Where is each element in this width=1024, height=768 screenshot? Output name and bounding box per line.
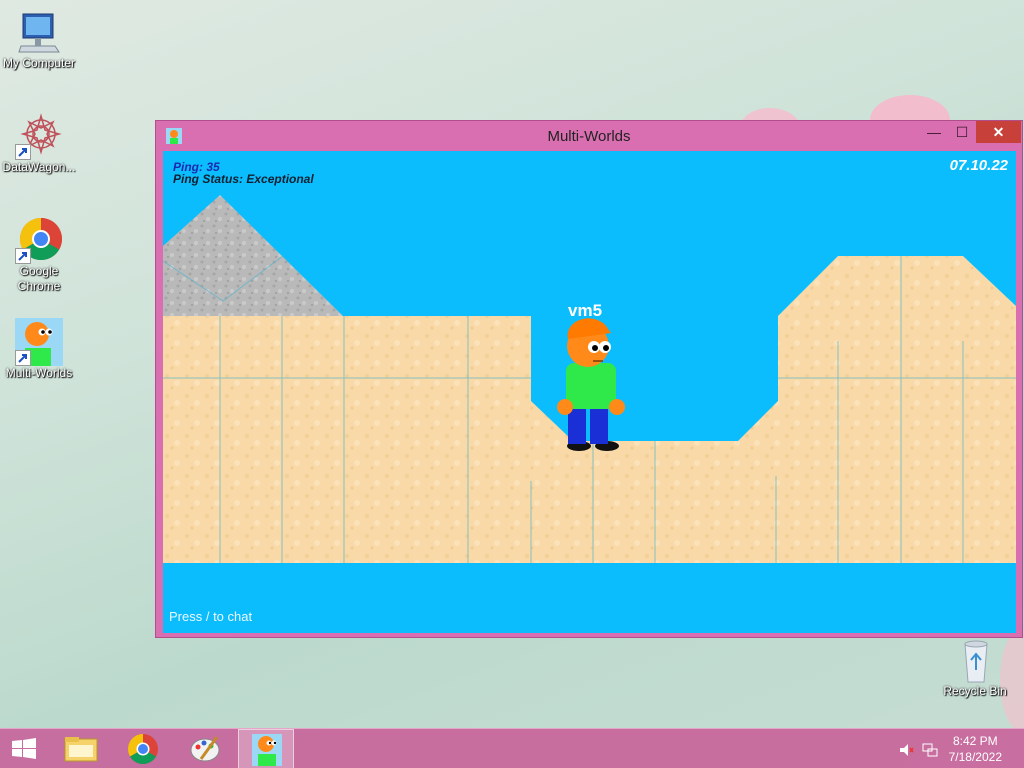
computer-icon: [15, 8, 63, 56]
file-explorer-icon: [64, 737, 98, 762]
game-scene: [163, 195, 1016, 633]
volume-muted-icon[interactable]: [898, 742, 914, 758]
taskbar: 8:42 PM 7/18/2022: [0, 728, 1024, 768]
shortcut-arrow-icon: [15, 144, 31, 160]
desktop-icon-label: Google Chrome: [17, 264, 61, 293]
shortcut-arrow-icon: [15, 248, 31, 264]
sand-terrain: [778, 256, 1016, 563]
game-date: 07.10.22: [949, 157, 1008, 174]
clock-date: 7/18/2022: [948, 750, 1002, 764]
desktop-icon-label: DataWagon...: [2, 160, 76, 174]
desktop-icon-label: Recycle Bin: [943, 684, 1007, 698]
clock-time: 8:42 PM: [952, 734, 998, 748]
chat-hint: Press / to chat: [169, 609, 253, 624]
paint-icon: [190, 736, 220, 762]
desktop-icon-my-computer[interactable]: My Computer: [0, 8, 78, 71]
maximize-button[interactable]: ☐: [948, 121, 976, 143]
desktop-icon-label: My Computer: [2, 56, 76, 70]
multi-worlds-icon: [252, 734, 282, 766]
window-titlebar[interactable]: Multi-Worlds — ☐ ✕: [156, 121, 1022, 151]
player-name-label: vm5: [568, 301, 603, 320]
windows-start-icon: [12, 738, 36, 759]
chrome-icon: [127, 734, 158, 765]
datawagon-icon: [15, 112, 63, 160]
taskbar-paint[interactable]: [177, 729, 233, 768]
desktop-icon-datawagon[interactable]: DataWagon...: [0, 112, 78, 175]
multi-worlds-window: Multi-Worlds — ☐ ✕ Ping: 35 Ping Status:…: [155, 120, 1023, 638]
multi-worlds-icon: [15, 318, 63, 366]
taskbar-multi-worlds[interactable]: [238, 729, 294, 768]
minimize-button[interactable]: —: [920, 121, 948, 143]
start-button[interactable]: [0, 729, 56, 768]
taskbar-clock[interactable]: 8:42 PM 7/18/2022: [949, 733, 1002, 765]
shortcut-arrow-icon: [15, 350, 31, 366]
taskbar-file-explorer[interactable]: [53, 729, 109, 768]
desktop-icon-multi-worlds[interactable]: Multi-Worlds: [0, 318, 78, 381]
game-canvas[interactable]: Ping: 35 Ping Status: Exceptional 07.10.…: [163, 151, 1016, 633]
water-band: [163, 563, 1016, 633]
taskbar-chrome[interactable]: [115, 729, 171, 768]
network-icon[interactable]: [922, 742, 938, 758]
close-button[interactable]: ✕: [976, 121, 1021, 143]
player-character: [557, 318, 625, 451]
ping-status: Ping Status: Exceptional: [173, 172, 314, 186]
desktop-icon-google-chrome[interactable]: Google Chrome: [0, 216, 78, 294]
desktop-icon-label: Multi-Worlds: [5, 366, 73, 380]
recycle-bin-icon: [951, 636, 999, 684]
window-title: Multi-Worlds: [547, 128, 631, 145]
desktop-icon-recycle-bin[interactable]: Recycle Bin: [936, 636, 1014, 699]
stone-block: [163, 195, 343, 316]
chrome-icon: [15, 216, 63, 264]
sand-terrain: [163, 316, 531, 563]
